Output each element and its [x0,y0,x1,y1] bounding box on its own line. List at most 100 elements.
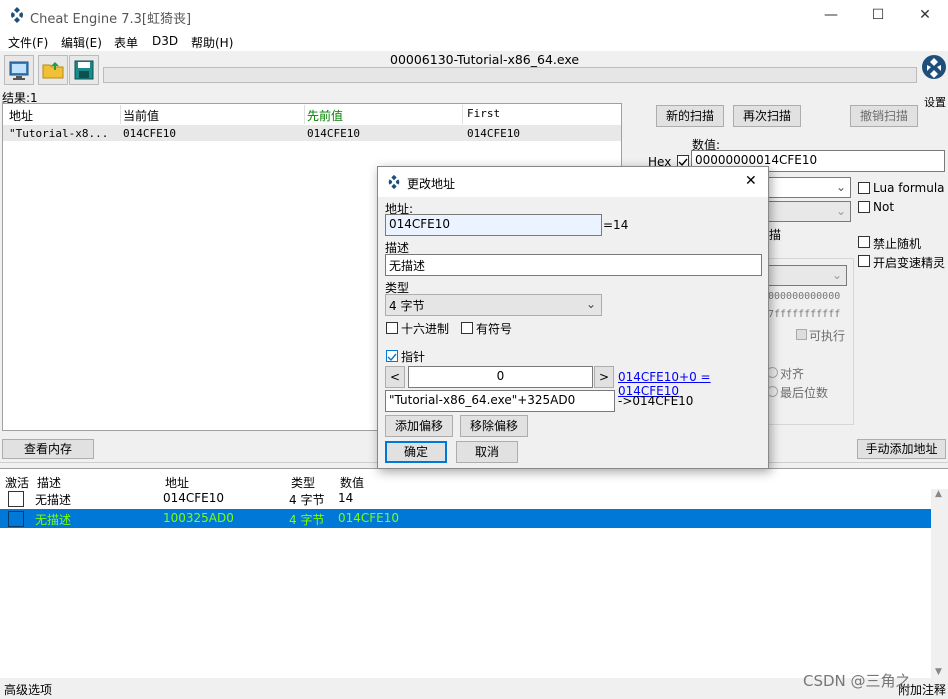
address-input[interactable]: 014CFE10 [385,214,602,236]
hex-checkbox[interactable] [386,322,398,334]
address-result: =14 [603,218,629,232]
cheat-engine-icon [8,6,26,24]
speedhack-checkbox[interactable] [858,255,870,267]
active-checkbox[interactable] [8,491,24,507]
chevron-down-icon: ⌄ [835,180,846,194]
scroll-up-icon[interactable]: ▲ [935,489,942,499]
executable-checkbox[interactable] [796,329,807,340]
signed-label: 有符号 [476,322,513,336]
watermark: CSDN @三角之 [803,672,911,690]
menu-edit[interactable]: 编辑(E) [61,34,102,51]
dialog-title: 更改地址 [407,177,456,191]
row-description: 无描述 [35,493,72,507]
remove-offset-button[interactable]: 移除偏移 [460,415,528,437]
offset-input[interactable]: 0 [408,366,593,388]
scan-options-label: 描 [769,228,782,242]
speedhack-label: 开启变速精灵 [873,256,946,270]
row-value: 014CFE10 [338,511,400,525]
window-title: Cheat Engine 7.3[虹猗丧] [30,12,192,27]
value-type-select[interactable]: ⌄ [767,201,851,222]
disable-random-checkbox[interactable] [858,236,870,248]
pointer-label: 指针 [401,350,426,364]
change-address-dialog: 更改地址 ✕ 地址: 014CFE10 =14 描述 无描述 类型 4 字节 ⌄… [377,166,769,469]
row-address: 100325AD0 [163,511,234,525]
cheat-engine-icon [386,174,402,190]
scan-type-select[interactable]: ⌄ [767,177,851,198]
row-type: 4 字节 [289,493,325,507]
memory-region-select[interactable]: ⌄ [767,265,847,286]
folder-icon [42,62,64,79]
row-address: "Tutorial-x8... [9,127,109,140]
menu-file[interactable]: 文件(F) [8,34,48,51]
header-previous-value[interactable]: 先前值 [307,107,343,124]
new-scan-button[interactable]: 新的扫描 [656,105,724,127]
pointer-checkbox[interactable] [386,350,398,362]
disable-random-label: 禁止随机 [873,237,922,251]
table-row-selected[interactable]: 无描述 100325AD0 4 字节 014CFE10 [0,509,931,528]
not-label: Not [873,200,895,214]
row-address: 014CFE10 [163,491,225,505]
open-file-button[interactable] [38,55,68,85]
header-address[interactable]: 地址 [9,107,33,124]
next-scan-button[interactable]: 再次扫描 [733,105,801,127]
chevron-down-icon: ⌄ [831,268,842,282]
offset-increment-button[interactable]: > [594,366,614,388]
row-previous-value: 014CFE10 [307,127,360,140]
executable-label: 可执行 [809,329,846,343]
process-name: 00006130-Tutorial-x86_64.exe [390,52,580,67]
minimize-button[interactable]: — [808,0,854,31]
scroll-down-icon[interactable]: ▼ [935,667,942,677]
menu-help[interactable]: 帮助(H) [191,34,233,51]
menu-d3d[interactable]: D3D [152,34,178,48]
vertical-scrollbar[interactable]: ▲ ▼ [931,489,948,679]
save-button[interactable] [69,55,99,85]
base-address-input[interactable]: "Tutorial-x86_64.exe"+325AD0 [385,390,615,412]
table-row[interactable]: 无描述 014CFE10 4 字节 14 [0,489,931,508]
chevron-down-icon: ⌄ [585,297,596,311]
ok-button[interactable]: 确定 [385,441,447,463]
type-select[interactable]: 4 字节 ⌄ [385,294,602,316]
manual-add-address-button[interactable]: 手动添加地址 [857,439,946,459]
row-description: 无描述 [35,513,72,527]
base-address-result: ->014CFE10 [618,394,694,408]
checkmark-icon [387,353,397,362]
settings-label[interactable]: 设置 [924,94,946,110]
advanced-options-button[interactable]: 高级选项 [4,681,52,698]
active-checkbox[interactable] [8,511,24,527]
not-checkbox[interactable] [858,201,870,213]
close-button[interactable]: ✕ [902,0,948,31]
range-start[interactable]: 000000000000 [768,291,840,302]
maximize-button[interactable]: ☐ [855,0,901,31]
table-row[interactable]: "Tutorial-x8... 014CFE10 014CFE10 014CFE… [3,125,621,141]
offset-decrement-button[interactable]: < [385,366,405,388]
signed-checkbox[interactable] [461,322,473,334]
header-first[interactable]: First [467,107,500,120]
computer-icon [9,61,29,80]
undo-scan-button[interactable]: 撤销扫描 [850,105,918,127]
row-first: 014CFE10 [467,127,520,140]
title-bar: Cheat Engine 7.3[虹猗丧] — ☐ ✕ [0,0,948,31]
menu-table[interactable]: 表单 [114,34,138,51]
align-label: 对齐 [780,367,805,381]
cheat-table[interactable]: 激活 描述 地址 类型 数值 无描述 014CFE10 4 字节 14 无描述 … [0,468,948,679]
settings-logo-icon[interactable] [920,53,948,83]
header-current-value[interactable]: 当前值 [123,107,159,124]
type-select-value: 4 字节 [389,299,425,313]
lua-formula-checkbox[interactable] [858,182,870,194]
chevron-down-icon: ⌄ [835,204,846,218]
last-digits-label: 最后位数 [780,386,829,400]
open-process-button[interactable] [4,55,34,85]
view-memory-button[interactable]: 查看内存 [2,439,94,459]
dialog-title-bar: 更改地址 ✕ [378,167,768,197]
row-type: 4 字节 [289,513,325,527]
add-offset-button[interactable]: 添加偏移 [385,415,453,437]
range-end[interactable]: 7fffffffffff [768,309,840,320]
description-input[interactable]: 无描述 [385,254,762,276]
lua-formula-label: Lua formula [873,181,945,195]
scan-progress-bar [103,67,917,83]
hex-label: 十六进制 [401,322,450,336]
cancel-button[interactable]: 取消 [456,441,518,463]
menu-bar: 文件(F) 编辑(E) 表单 D3D 帮助(H) [0,31,948,51]
floppy-disk-icon [74,60,94,80]
dialog-close-button[interactable]: ✕ [745,173,757,189]
